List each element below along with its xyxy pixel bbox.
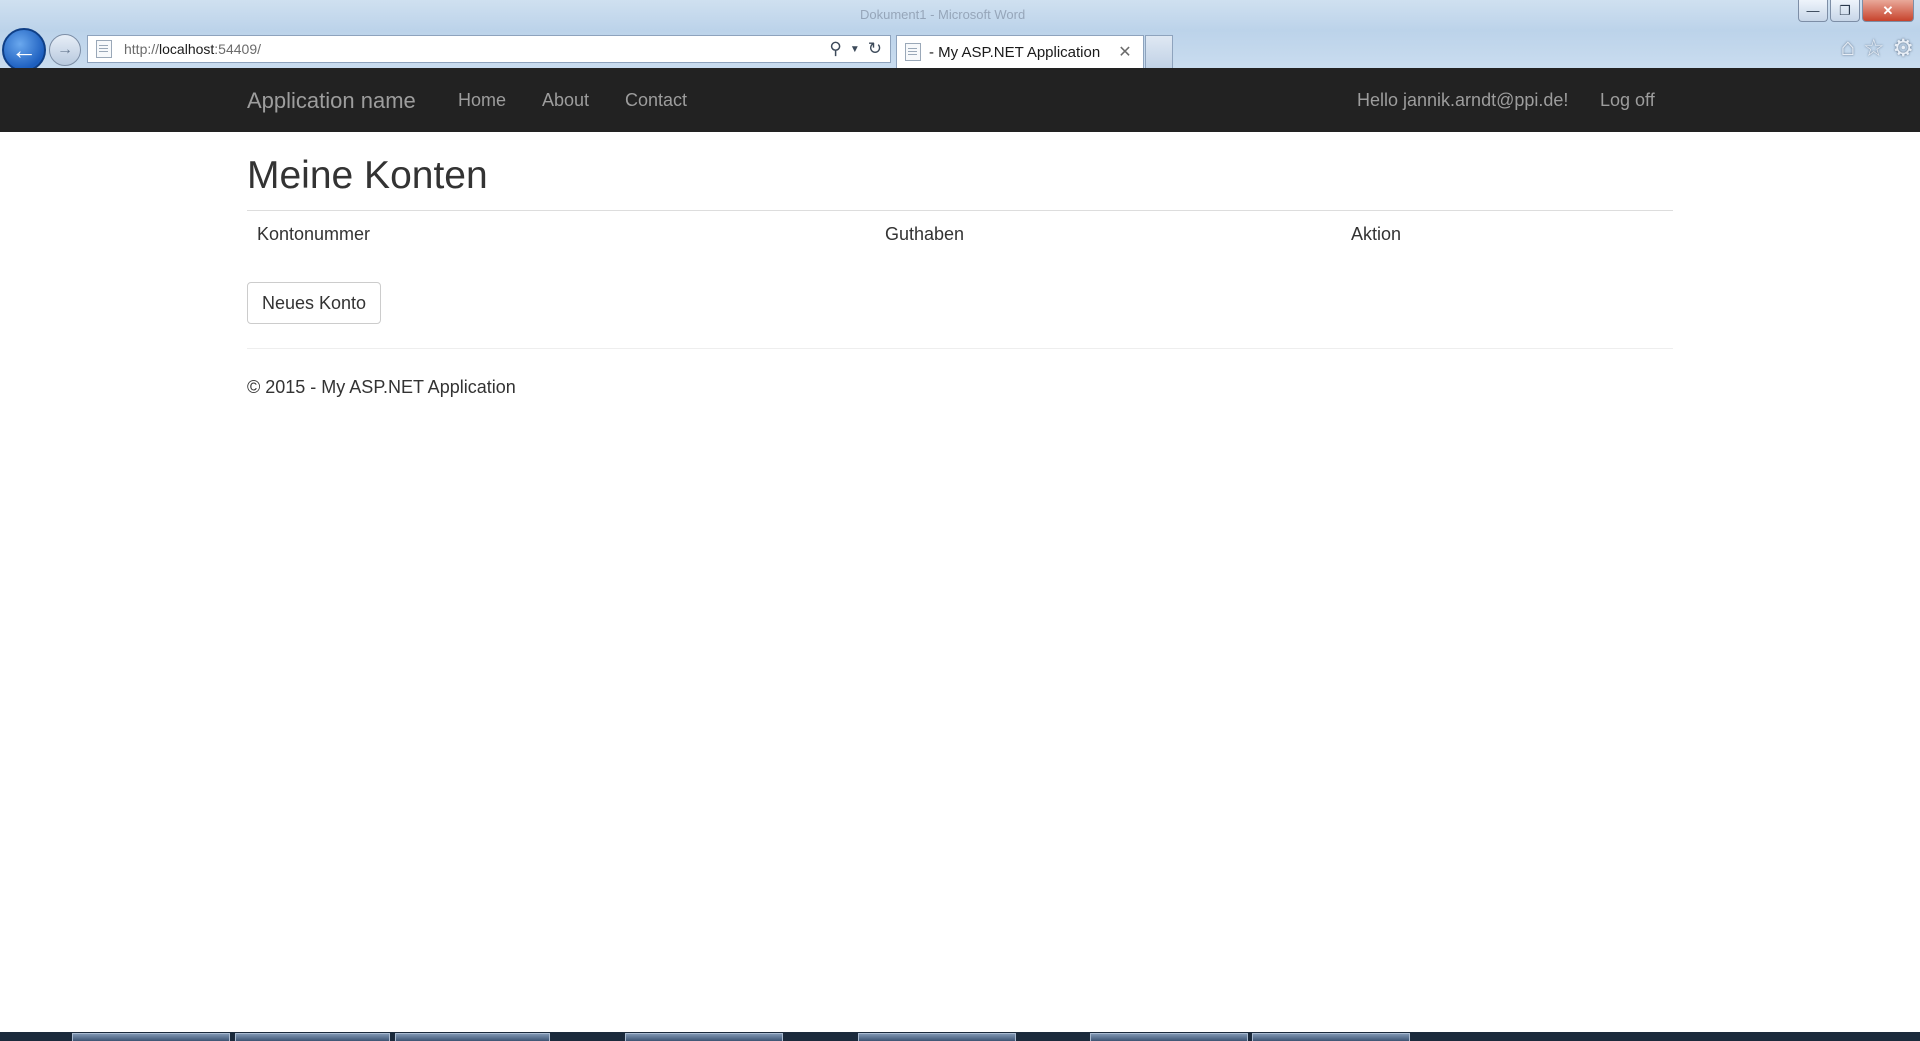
url-scheme: http:// — [124, 41, 160, 57]
taskbar-item[interactable] — [858, 1033, 1016, 1041]
taskbar-item[interactable] — [1090, 1033, 1248, 1041]
footer-copyright: © 2015 - My ASP.NET Application — [247, 377, 516, 397]
title-divider — [247, 210, 1673, 211]
home-icon[interactable]: ⌂ — [1840, 34, 1855, 63]
taskbar-item[interactable] — [235, 1033, 390, 1041]
taskbar-item[interactable] — [395, 1033, 550, 1041]
user-greeting-link[interactable]: Hello jannik.arndt@ppi.de! — [1357, 90, 1568, 111]
forward-arrow-icon: → — [57, 41, 73, 58]
browser-toolbar-right: ⌂ ☆ ⚙ — [1840, 34, 1914, 63]
dropdown-icon[interactable]: ▼ — [850, 44, 860, 55]
window-controls: — ❐ ✕ — [1798, 0, 1914, 22]
logoff-link[interactable]: Log off — [1600, 90, 1655, 111]
window-title: Dokument1 - Microsoft Word — [860, 7, 1026, 22]
taskbar-item[interactable] — [1252, 1033, 1410, 1041]
nav-about-link[interactable]: About — [542, 90, 589, 111]
refresh-icon[interactable]: ↻ — [868, 39, 882, 59]
brand-link[interactable]: Application name — [247, 88, 416, 114]
browser-tab[interactable]: - My ASP.NET Application ✕ — [896, 35, 1144, 68]
search-icon[interactable]: ⚲ — [829, 39, 841, 59]
column-header-aktion: Aktion — [1351, 224, 1402, 244]
nav-home-link[interactable]: Home — [458, 90, 506, 111]
page-title: Meine Konten — [247, 154, 488, 197]
new-account-button[interactable]: Neues Konto — [247, 282, 381, 324]
close-tab-icon[interactable]: ✕ — [1115, 42, 1135, 62]
close-window-button[interactable]: ✕ — [1862, 0, 1914, 22]
page-icon — [96, 40, 112, 58]
tab-title: - My ASP.NET Application — [929, 43, 1101, 61]
address-bar[interactable]: http://localhost:54409/ ⚲ ▼ ↻ — [87, 35, 891, 63]
gear-icon[interactable]: ⚙ — [1892, 34, 1914, 63]
back-arrow-icon: ← — [11, 34, 37, 65]
taskbar-item[interactable] — [625, 1033, 783, 1041]
address-tools: ⚲ ▼ ↻ — [829, 39, 890, 59]
forward-button[interactable]: → — [49, 34, 81, 66]
column-header-guthaben: Guthaben — [885, 224, 965, 244]
url-host: localhost — [159, 41, 215, 57]
url-field[interactable]: http://localhost:54409/ — [124, 41, 829, 57]
site-navbar: Application name Home About Contact Hell… — [0, 68, 1920, 132]
url-port: :54409/ — [214, 41, 262, 57]
minimize-button[interactable]: — — [1798, 0, 1828, 22]
nav-contact-link[interactable]: Contact — [625, 90, 687, 111]
tab-page-icon — [905, 43, 921, 61]
new-tab-button[interactable] — [1145, 35, 1173, 68]
taskbar-item[interactable] — [72, 1033, 230, 1041]
restore-button[interactable]: ❐ — [1830, 0, 1860, 22]
browser-chrome: Dokument1 - Microsoft Word — ❐ ✕ ← → htt… — [0, 0, 1920, 72]
back-button[interactable]: ← — [2, 28, 46, 72]
window-titlebar: Dokument1 - Microsoft Word — [0, 0, 1920, 28]
footer-divider — [247, 348, 1673, 349]
favorites-star-icon[interactable]: ☆ — [1863, 34, 1885, 63]
column-header-kontonummer: Kontonummer — [257, 224, 371, 244]
